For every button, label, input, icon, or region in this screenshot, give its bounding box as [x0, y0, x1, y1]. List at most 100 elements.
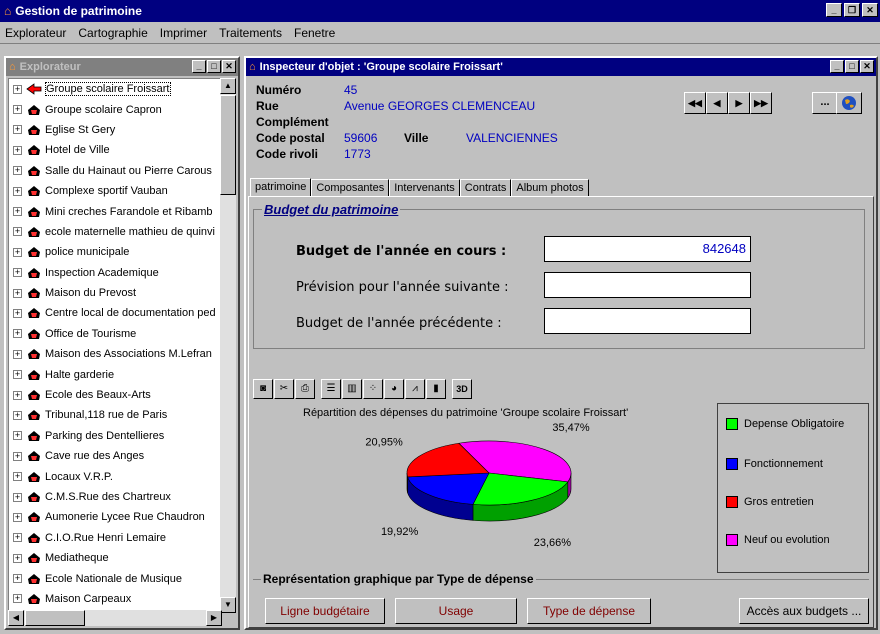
- expand-icon[interactable]: +: [13, 574, 22, 584]
- scroll-left-icon[interactable]: ◀: [8, 610, 24, 626]
- tree-item[interactable]: + Inspection Academique: [9, 263, 221, 283]
- expand-icon[interactable]: +: [13, 268, 22, 278]
- expand-icon[interactable]: +: [13, 247, 22, 257]
- scroll-up-icon[interactable]: ▲: [220, 78, 236, 94]
- hscroll-thumb[interactable]: [25, 610, 85, 626]
- restore-button[interactable]: ❐: [844, 3, 860, 17]
- menu-fenetre[interactable]: Fenetre: [293, 26, 336, 40]
- tree-item[interactable]: + Ecole des Beaux-Arts: [9, 385, 221, 405]
- expand-icon[interactable]: +: [13, 512, 22, 522]
- tree-item[interactable]: + Parking des Dentellieres: [9, 426, 221, 446]
- cut-icon[interactable]: ✂: [274, 379, 294, 399]
- expand-icon[interactable]: +: [13, 329, 22, 339]
- scatter-chart-icon[interactable]: ⁘: [363, 379, 383, 399]
- expand-icon[interactable]: +: [13, 105, 22, 115]
- scroll-down-icon[interactable]: ▼: [220, 597, 236, 613]
- tree-item[interactable]: + C.M.S.Rue des Chartreux: [9, 487, 221, 507]
- explorer-maximize-button[interactable]: □: [207, 60, 221, 73]
- tree-item[interactable]: + Maison des Associations M.Lefran: [9, 344, 221, 364]
- more-button[interactable]: ...: [812, 92, 838, 114]
- usage-button[interactable]: Usage: [395, 598, 517, 624]
- line-chart-icon[interactable]: ⩘: [405, 379, 425, 399]
- camera-icon[interactable]: ◙: [253, 379, 273, 399]
- bar-chart-icon[interactable]: ▥: [342, 379, 362, 399]
- tree-item[interactable]: + Halte garderie: [9, 364, 221, 384]
- pie-chart-icon[interactable]: ◕: [384, 379, 404, 399]
- menu-explorateur[interactable]: Explorateur: [4, 26, 67, 40]
- tab-composantes[interactable]: Composantes: [311, 179, 390, 197]
- explorer-minimize-button[interactable]: _: [192, 60, 206, 73]
- current-budget-field[interactable]: 842648: [544, 236, 751, 262]
- tree-item[interactable]: + Salle du Hainaut ou Pierre Carous: [9, 161, 221, 181]
- expand-icon[interactable]: +: [13, 84, 22, 94]
- inspector-minimize-button[interactable]: _: [830, 60, 844, 73]
- globe-button[interactable]: [836, 92, 862, 114]
- explorer-close-button[interactable]: ✕: [222, 60, 236, 73]
- tree-item[interactable]: + Groupe scolaire Capron: [9, 99, 221, 119]
- expand-icon[interactable]: +: [13, 410, 22, 420]
- expand-icon[interactable]: +: [13, 594, 22, 604]
- next-budget-field[interactable]: [544, 272, 751, 298]
- menu-imprimer[interactable]: Imprimer: [159, 26, 208, 40]
- ligne-budgetaire-button[interactable]: Ligne budgétaire: [265, 598, 385, 624]
- expand-icon[interactable]: +: [13, 390, 22, 400]
- inspector-close-button[interactable]: ✕: [860, 60, 874, 73]
- expand-icon[interactable]: +: [13, 472, 22, 482]
- tree-item[interactable]: + Aumonerie Lycee Rue Chaudron: [9, 507, 221, 527]
- tree-item[interactable]: + Complexe sportif Vauban: [9, 181, 221, 201]
- next-record-button[interactable]: ▶: [728, 92, 750, 114]
- tree-item[interactable]: + Mediatheque: [9, 548, 221, 568]
- hbar-chart-icon[interactable]: ☰: [321, 379, 341, 399]
- expand-icon[interactable]: +: [13, 125, 22, 135]
- tree-item[interactable]: + Maison Carpeaux: [9, 589, 221, 609]
- tab-album-photos[interactable]: Album photos: [511, 179, 589, 197]
- inspector-maximize-button[interactable]: □: [845, 60, 859, 73]
- tree-item[interactable]: + Office de Tourisme: [9, 324, 221, 344]
- explorer-hscrollbar[interactable]: ◀ ▶: [8, 610, 222, 626]
- explorer-vscrollbar[interactable]: ▲ ▼: [220, 78, 236, 613]
- expand-icon[interactable]: +: [13, 533, 22, 543]
- first-record-button[interactable]: ◀◀: [684, 92, 706, 114]
- expand-icon[interactable]: +: [13, 492, 22, 502]
- tree-item[interactable]: + Locaux V.R.P.: [9, 466, 221, 486]
- expand-icon[interactable]: +: [13, 288, 22, 298]
- close-button[interactable]: ✕: [862, 3, 878, 17]
- expand-icon[interactable]: +: [13, 145, 22, 155]
- vscroll-thumb[interactable]: [220, 95, 236, 195]
- expand-icon[interactable]: +: [13, 451, 22, 461]
- stock-chart-icon[interactable]: ▮: [426, 379, 446, 399]
- expand-icon[interactable]: +: [13, 308, 22, 318]
- menu-cartographie[interactable]: Cartographie: [77, 26, 148, 40]
- prev-record-button[interactable]: ◀: [706, 92, 728, 114]
- expand-icon[interactable]: +: [13, 227, 22, 237]
- tree-item[interactable]: + C.I.O.Rue Henri Lemaire: [9, 528, 221, 548]
- tree-item[interactable]: + Centre local de documentation ped: [9, 303, 221, 323]
- acces-budgets-button[interactable]: Accès aux budgets ...: [739, 598, 869, 624]
- minimize-button[interactable]: _: [826, 3, 842, 17]
- expand-icon[interactable]: +: [13, 431, 22, 441]
- print-icon[interactable]: ⎙: [295, 379, 315, 399]
- tree-item[interactable]: + Tribunal,118 rue de Paris: [9, 405, 221, 425]
- expand-icon[interactable]: +: [13, 166, 22, 176]
- type-depense-button[interactable]: Type de dépense: [527, 598, 651, 624]
- tab-intervenants[interactable]: Intervenants: [389, 179, 460, 197]
- expand-icon[interactable]: +: [13, 553, 22, 563]
- tab-contrats[interactable]: Contrats: [459, 179, 512, 197]
- expand-icon[interactable]: +: [13, 370, 22, 380]
- tree-item[interactable]: + Mini creches Farandole et Ribamb: [9, 201, 221, 221]
- scroll-right-icon[interactable]: ▶: [206, 610, 222, 626]
- menu-traitements[interactable]: Traitements: [218, 26, 283, 40]
- tab-patrimoine[interactable]: patrimoine: [250, 178, 312, 197]
- expand-icon[interactable]: +: [13, 349, 22, 359]
- tree-item[interactable]: + Hotel de Ville: [9, 140, 221, 160]
- tree-item[interactable]: + Groupe scolaire Froissart: [9, 79, 221, 99]
- expand-icon[interactable]: +: [13, 207, 22, 217]
- prev-budget-field[interactable]: [544, 308, 751, 334]
- 3d-toggle-icon[interactable]: 3D: [452, 379, 472, 399]
- tree-item[interactable]: + Eglise St Gery: [9, 120, 221, 140]
- tree-item[interactable]: + police municipale: [9, 242, 221, 262]
- tree-item[interactable]: + Cave rue des Anges: [9, 446, 221, 466]
- expand-icon[interactable]: +: [13, 186, 22, 196]
- tree-item[interactable]: + Ecole Nationale de Musique: [9, 568, 221, 588]
- tree-item[interactable]: + Maison du Prevost: [9, 283, 221, 303]
